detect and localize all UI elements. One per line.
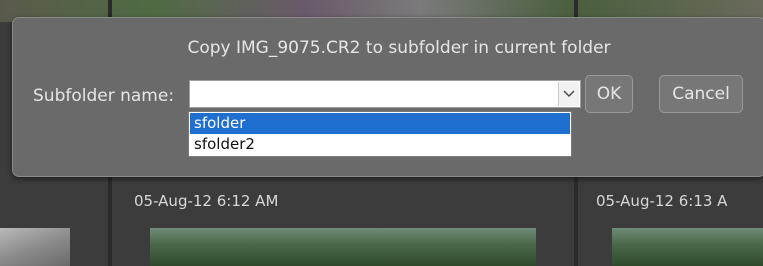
dialog-title: Copy IMG_9075.CR2 to subfolder in curren… — [187, 38, 611, 58]
subfolder-name-label: Subfolder name: — [33, 86, 175, 106]
subfolder-name-combobox[interactable] — [189, 80, 581, 108]
ok-button[interactable]: OK — [585, 75, 633, 113]
cancel-button[interactable]: Cancel — [659, 75, 743, 113]
dropdown-toggle-button[interactable] — [558, 82, 579, 106]
subfolder-dropdown-list: sfolder sfolder2 — [188, 111, 572, 157]
dropdown-option[interactable]: sfolder — [190, 113, 570, 134]
subfolder-name-input[interactable] — [190, 81, 558, 107]
thumbnail-image[interactable] — [0, 228, 70, 266]
thumbnail-image[interactable] — [150, 228, 536, 266]
dropdown-option[interactable]: sfolder2 — [190, 134, 570, 155]
chevron-down-icon — [563, 90, 575, 97]
thumbnail-date-label: 05-Aug-12 6:12 AM — [134, 192, 279, 210]
thumbnail-image[interactable] — [612, 228, 763, 266]
thumbnail-date-label: 05-Aug-12 6:13 A — [596, 192, 728, 210]
